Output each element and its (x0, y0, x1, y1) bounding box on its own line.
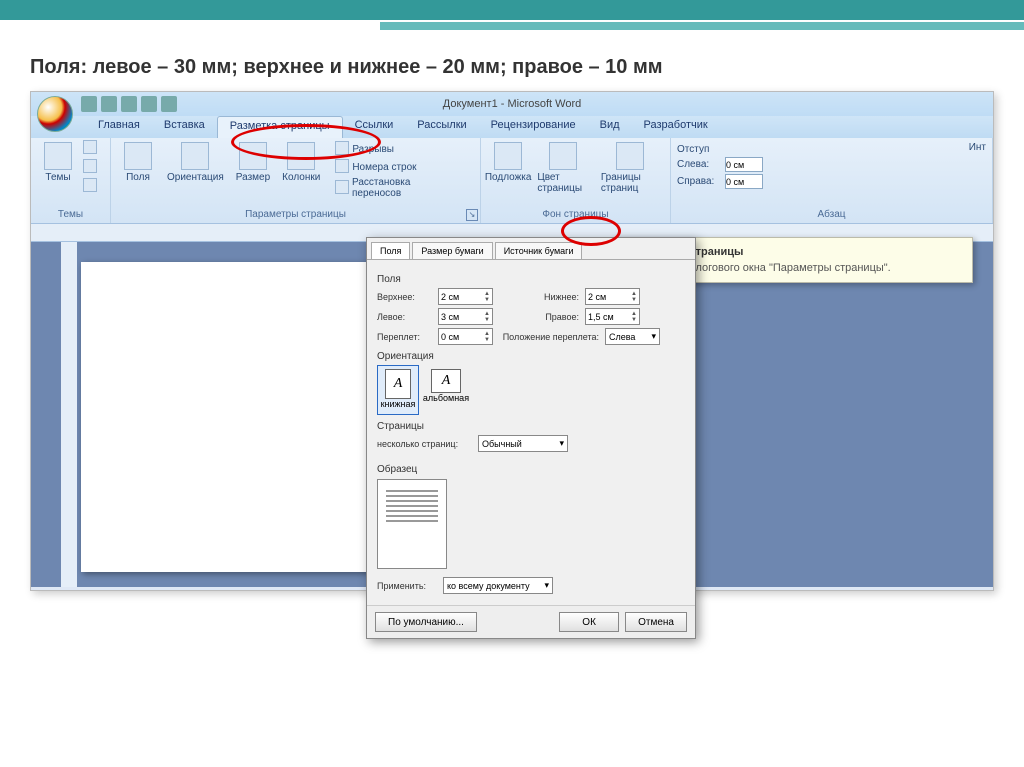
qat-preview-icon[interactable] (161, 96, 177, 112)
word-screenshot: Документ1 - Microsoft Word Главная Встав… (30, 91, 994, 591)
slide-topbar (0, 0, 1024, 36)
margins-button[interactable]: Поля (117, 140, 159, 185)
orient-landscape[interactable]: A альбомная (425, 365, 467, 415)
sel-multi[interactable]: Обычный▾ (478, 435, 568, 452)
sel-gutterpos[interactable]: Слева▾ (605, 328, 660, 345)
group-para-label: Абзац (677, 208, 986, 221)
qat-redo-icon[interactable] (121, 96, 137, 112)
dlg-tab-paper[interactable]: Размер бумаги (412, 242, 492, 259)
document-page[interactable] (81, 262, 401, 572)
inp-left[interactable]: 3 см▲▼ (438, 308, 493, 325)
vertical-ruler[interactable] (61, 242, 77, 587)
dlg-tab-source[interactable]: Источник бумаги (495, 242, 583, 259)
borders-icon (616, 142, 644, 170)
columns-icon (287, 142, 315, 170)
watermark-button[interactable]: Подложка (487, 140, 529, 185)
tab-home[interactable]: Главная (86, 116, 152, 138)
dlg-section-preview: Образец (377, 464, 685, 475)
indent-right-label: Справа: (677, 176, 722, 187)
linenum-icon (335, 159, 349, 173)
sel-apply[interactable]: ко всему документу▾ (443, 577, 553, 594)
landscape-icon: A (431, 369, 461, 393)
lbl-multi: несколько страниц: (377, 439, 472, 449)
size-icon (239, 142, 267, 170)
inp-top[interactable]: 2 см▲▼ (438, 288, 493, 305)
dlg-section-pages: Страницы (377, 421, 685, 432)
group-paragraph: Отступ Слева: Справа: Абзац Инт (671, 138, 993, 223)
lbl-bottom: Нижнее: (499, 292, 579, 302)
themes-label: Темы (45, 172, 70, 183)
group-page-background: Подложка Цвет страницы Границы страниц Ф… (481, 138, 671, 223)
breaks-icon (335, 141, 349, 155)
indent-left-input[interactable] (725, 157, 763, 172)
themes-icon (44, 142, 72, 170)
tab-review[interactable]: Рецензирование (479, 116, 588, 138)
preview-box (377, 479, 447, 569)
btn-ok[interactable]: ОК (559, 612, 619, 632)
inp-bottom[interactable]: 2 см▲▼ (585, 288, 640, 305)
watermark-icon (494, 142, 522, 170)
app-title: Документ1 - Microsoft Word (443, 98, 581, 110)
portrait-icon: A (385, 369, 411, 399)
tab-view[interactable]: Вид (588, 116, 632, 138)
lbl-top: Верхнее: (377, 292, 432, 302)
inp-gutter[interactable]: 0 см▲▼ (438, 328, 493, 345)
margins-icon (124, 142, 152, 170)
group-pagebg-label: Фон страницы (487, 208, 664, 221)
office-button[interactable] (37, 96, 73, 132)
orient-portrait[interactable]: A книжная (377, 365, 419, 415)
theme-effects-icon[interactable] (83, 178, 97, 192)
theme-colors-icon[interactable] (83, 140, 97, 154)
borders-button[interactable]: Границы страниц (597, 140, 664, 196)
dlg-section-margins: Поля (377, 274, 685, 285)
columns-button[interactable]: Колонки (278, 140, 324, 185)
group-themes-label: Темы (37, 208, 104, 221)
indent-right-input[interactable] (725, 174, 763, 189)
pagesetup-launcher[interactable]: ↘ (466, 209, 478, 221)
tab-layout[interactable]: Разметка страницы (217, 116, 343, 138)
hyphenation-button[interactable]: Расстановка переносов (332, 176, 462, 200)
dlg-tab-margins[interactable]: Поля (371, 242, 410, 259)
ribbon-tabs: Главная Вставка Разметка страницы Ссылки… (31, 116, 993, 138)
lbl-left: Левое: (377, 312, 432, 322)
dialog-tabs: Поля Размер бумаги Источник бумаги (367, 238, 695, 259)
slide-title: Поля: левое – 30 мм; верхнее и нижнее – … (0, 36, 1024, 91)
breaks-button[interactable]: Разрывы (332, 140, 462, 158)
lbl-gutterpos: Положение переплета: (499, 332, 599, 342)
ribbon-body: Темы Темы Поля Ориентация Размер Колонки… (31, 138, 993, 224)
tab-mailings[interactable]: Рассылки (405, 116, 478, 138)
page-setup-dialog: Поля Размер бумаги Источник бумаги Поля … (366, 237, 696, 639)
tab-insert[interactable]: Вставка (152, 116, 217, 138)
size-button[interactable]: Размер (232, 140, 274, 185)
pagecolor-button[interactable]: Цвет страницы (533, 140, 593, 196)
quick-access-toolbar (81, 96, 177, 112)
pagecolor-icon (549, 142, 577, 170)
theme-fonts-icon[interactable] (83, 159, 97, 173)
linenumbers-button[interactable]: Номера строк (332, 158, 462, 176)
qat-save-icon[interactable] (81, 96, 97, 112)
spacing-heading: Инт (969, 142, 986, 153)
qat-print-icon[interactable] (141, 96, 157, 112)
qat-undo-icon[interactable] (101, 96, 117, 112)
hyphen-icon (335, 180, 349, 194)
tab-developer[interactable]: Разработчик (632, 116, 720, 138)
group-themes: Темы Темы (31, 138, 111, 223)
lbl-apply: Применить: (377, 581, 437, 591)
lbl-right: Правое: (499, 312, 579, 322)
group-page-setup: Поля Ориентация Размер Колонки Разрывы Н… (111, 138, 481, 223)
word-titlebar: Документ1 - Microsoft Word (31, 92, 993, 116)
dlg-section-orient: Ориентация (377, 351, 685, 362)
orientation-icon (181, 142, 209, 170)
btn-cancel[interactable]: Отмена (625, 612, 687, 632)
group-pagesetup-label: Параметры страницы (117, 208, 474, 221)
orientation-button[interactable]: Ориентация (163, 140, 228, 185)
btn-defaults[interactable]: По умолчанию... (375, 612, 477, 632)
indent-heading: Отступ (677, 144, 709, 155)
tab-references[interactable]: Ссылки (343, 116, 406, 138)
lbl-gutter: Переплет: (377, 332, 432, 342)
indent-left-label: Слева: (677, 159, 722, 170)
themes-button[interactable]: Темы (37, 140, 79, 185)
inp-right[interactable]: 1,5 см▲▼ (585, 308, 640, 325)
